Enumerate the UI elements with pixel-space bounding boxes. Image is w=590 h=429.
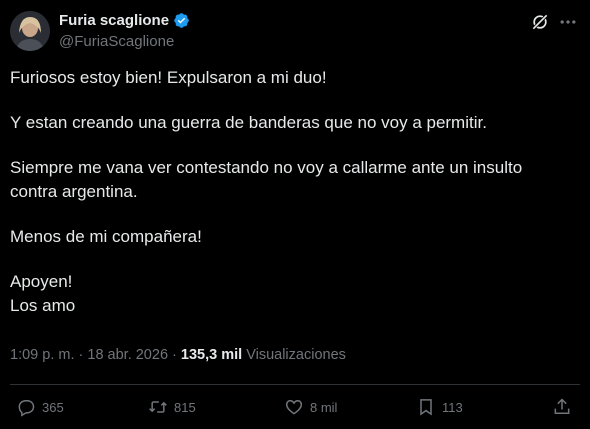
avatar-image	[10, 11, 50, 51]
like-count: 8 mil	[310, 399, 338, 415]
divider	[10, 384, 580, 385]
tweet-line: Siempre me vana ver contestando no voy a…	[10, 158, 523, 201]
tweet-date[interactable]: 18 abr. 2026	[87, 347, 168, 363]
author-name-row[interactable]: Furia scaglione	[59, 12, 190, 29]
grok-icon[interactable]	[530, 12, 550, 32]
retweet-button[interactable]: 815	[148, 397, 196, 417]
meta-separator: ·	[172, 347, 181, 363]
like-button[interactable]: 8 mil	[284, 397, 337, 417]
views-label: Visualizaciones	[246, 347, 346, 363]
author-name[interactable]: Furia scaglione	[59, 12, 169, 29]
bookmark-icon	[420, 399, 432, 416]
tweet-meta: 1:09 p. m. · 18 abr. 2026 · 135,3 mil Vi…	[10, 347, 346, 363]
avatar[interactable]	[10, 11, 50, 51]
like-icon	[285, 399, 303, 415]
tweet-line: Apoyen!	[10, 272, 73, 291]
share-button[interactable]	[552, 397, 572, 417]
views-count: 135,3 mil	[180, 347, 243, 363]
retweet-icon	[149, 401, 167, 413]
reply-count: 365	[42, 399, 64, 415]
bookmark-count: 113	[442, 399, 463, 415]
retweet-count: 815	[174, 399, 196, 415]
verified-badge-icon	[174, 13, 189, 28]
tweet-line: Y estan creando una guerra de banderas q…	[10, 113, 487, 132]
tweet-line: Furiosos estoy bien! Expulsaron a mi duo…	[10, 68, 327, 87]
bookmark-button[interactable]: 113	[416, 397, 463, 417]
tweet-line: Los amo	[10, 296, 76, 315]
share-icon	[554, 398, 570, 414]
reply-icon	[18, 400, 35, 417]
reply-button[interactable]: 365	[16, 397, 64, 417]
tweet-line: Menos de mi compañera!	[10, 227, 202, 246]
tweet-text: Furiosos estoy bien! Expulsaron a mi duo…	[10, 66, 570, 318]
author-handle[interactable]: @FuriaScaglione	[59, 33, 174, 50]
more-icon[interactable]	[558, 12, 578, 32]
tweet-time[interactable]: 1:09 p. m.	[10, 347, 74, 363]
